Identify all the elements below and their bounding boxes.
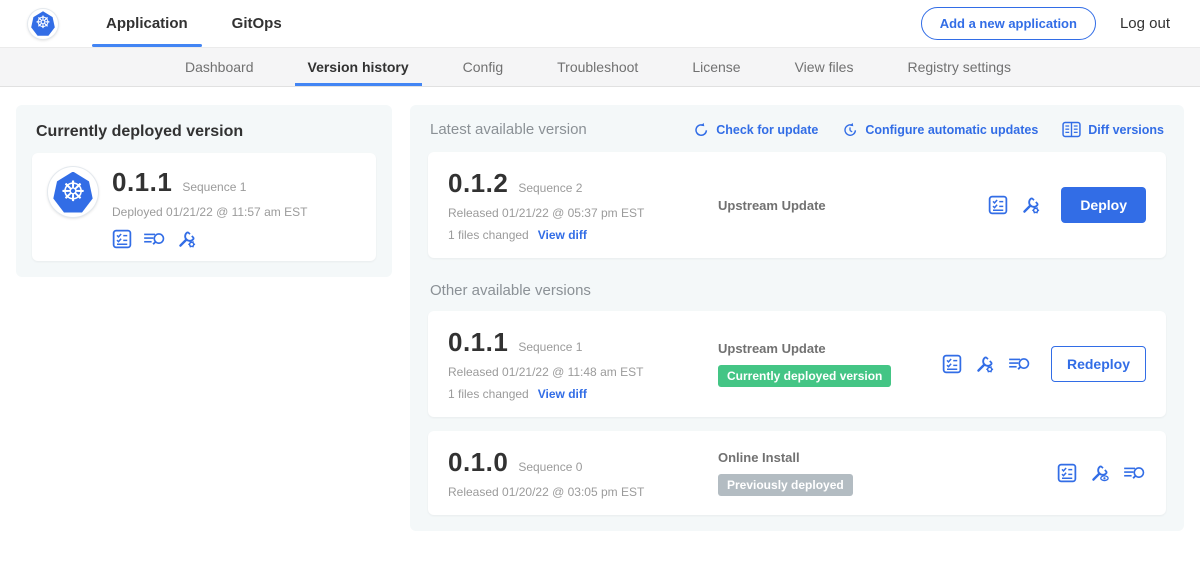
version-source: Upstream Update Currently deployed versi… [700,341,942,387]
diff-versions-label: Diff versions [1088,123,1164,137]
released-timestamp: Released 01/21/22 @ 05:37 pm EST [448,206,700,220]
currently-deployed-panel: Currently deployed version 0.1.1 Sequenc… [16,105,392,277]
top-navigation-bar: Application GitOps Add a new application… [0,0,1200,47]
configure-automatic-updates-label: Configure automatic updates [865,123,1038,137]
tab-gitops[interactable]: GitOps [232,0,282,47]
version-history-content: Currently deployed version 0.1.1 Sequenc… [0,87,1200,549]
deploy-button[interactable]: Deploy [1061,187,1146,223]
released-timestamp: Released 01/21/22 @ 11:48 am EST [448,365,700,379]
check-for-update-label: Check for update [716,123,818,137]
deployed-version-number: 0.1.1 [112,167,172,198]
subnav-tab-registry-settings[interactable]: Registry settings [880,48,1037,86]
kubernetes-heptagon [53,172,94,213]
version-info: 0.1.1 Sequence 1 Released 01/21/22 @ 11:… [448,327,700,401]
kubernetes-logo [28,9,58,39]
currently-deployed-badge: Currently deployed version [718,365,891,387]
edit-config-icon[interactable] [975,354,995,374]
version-actions: Deploy [988,187,1146,223]
version-actions: Redeploy [942,346,1146,382]
deployed-version-card: 0.1.1 Sequence 1 Deployed 01/21/22 @ 11:… [32,153,376,261]
view-diff-link[interactable]: View diff [538,387,587,401]
deploy-logs-icon[interactable] [143,229,166,249]
configure-automatic-updates-link[interactable]: Configure automatic updates [842,122,1038,138]
latest-available-title: Latest available version [430,121,587,138]
topbar-right-actions: Add a new application Log out [921,7,1170,40]
files-changed-label: 1 files changed [448,387,529,401]
updates-header: Latest available version Check for updat… [428,121,1166,138]
deploy-logs-icon[interactable] [1123,463,1146,483]
version-card-latest: 0.1.2 Sequence 2 Released 01/21/22 @ 05:… [428,152,1166,258]
subnav-tab-version-history[interactable]: Version history [281,48,436,86]
app-logo [48,167,98,217]
previously-deployed-badge: Previously deployed [718,474,853,496]
view-config-icon[interactable] [1090,463,1110,483]
version-info: 0.1.2 Sequence 2 Released 01/21/22 @ 05:… [448,168,700,242]
source-label: Upstream Update [718,198,988,213]
version-source: Upstream Update [700,198,988,213]
sequence-label: Sequence 0 [518,460,582,474]
subnav-tab-dashboard[interactable]: Dashboard [158,48,281,86]
source-label: Online Install [718,450,1057,465]
diff-versions-link[interactable]: Diff versions [1062,121,1164,138]
version-number: 0.1.0 [448,447,508,478]
logout-button[interactable]: Log out [1120,15,1170,32]
subnav-tab-troubleshoot[interactable]: Troubleshoot [530,48,665,86]
view-diff-link[interactable]: View diff [538,228,587,242]
kubernetes-wheel-icon [60,178,85,206]
auto-update-icon [842,122,858,138]
check-for-update-link[interactable]: Check for update [693,122,818,138]
deployed-panel-title: Currently deployed version [32,123,376,141]
deployed-version-actions [112,229,307,249]
sequence-label: Sequence 2 [518,181,582,195]
version-card-0-1-1: 0.1.1 Sequence 1 Released 01/21/22 @ 11:… [428,311,1166,417]
available-versions-panel: Latest available version Check for updat… [410,105,1184,531]
version-source: Online Install Previously deployed [700,450,1057,496]
update-action-links: Check for update Configure automatic upd… [693,121,1164,138]
released-timestamp: Released 01/20/22 @ 03:05 pm EST [448,485,700,499]
subnav-tab-config[interactable]: Config [436,48,530,86]
release-notes-icon[interactable] [942,354,962,374]
release-notes-icon[interactable] [988,195,1008,215]
deployed-timestamp: Deployed 01/21/22 @ 11:57 am EST [112,205,307,219]
version-number: 0.1.2 [448,168,508,199]
kubernetes-heptagon [31,11,56,36]
version-info: 0.1.0 Sequence 0 Released 01/20/22 @ 03:… [448,447,700,499]
edit-config-icon[interactable] [177,229,197,249]
release-notes-icon[interactable] [112,229,132,249]
edit-config-icon[interactable] [1021,195,1041,215]
tab-application[interactable]: Application [106,0,188,47]
release-notes-icon[interactable] [1057,463,1077,483]
subnav-tab-view-files[interactable]: View files [768,48,881,86]
kubernetes-wheel-icon [35,14,50,33]
app-subnav: Dashboard Version history Config Trouble… [0,47,1200,87]
other-available-versions-title: Other available versions [430,282,1164,299]
redeploy-button[interactable]: Redeploy [1051,346,1146,382]
version-card-0-1-0: 0.1.0 Sequence 0 Released 01/20/22 @ 03:… [428,431,1166,515]
deploy-logs-icon[interactable] [1008,354,1031,374]
subnav-tab-license[interactable]: License [665,48,767,86]
diff-icon [1062,121,1081,138]
add-application-button[interactable]: Add a new application [921,7,1096,40]
source-label: Upstream Update [718,341,942,356]
deployed-version-info: 0.1.1 Sequence 1 Deployed 01/21/22 @ 11:… [112,167,307,249]
version-actions [1057,463,1146,483]
files-changed-label: 1 files changed [448,228,529,242]
version-number: 0.1.1 [448,327,508,358]
sequence-label: Sequence 1 [518,340,582,354]
refresh-icon [693,122,709,138]
deployed-sequence-label: Sequence 1 [182,180,246,194]
